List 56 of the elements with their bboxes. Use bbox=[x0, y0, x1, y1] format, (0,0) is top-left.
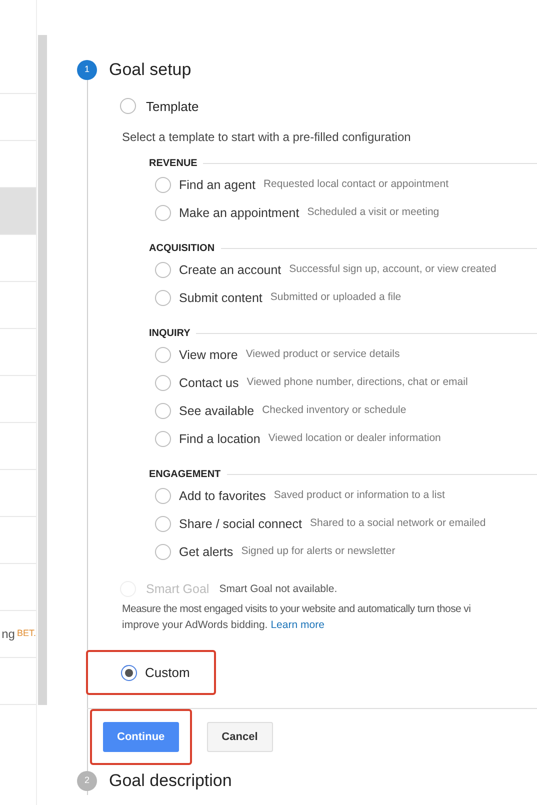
step-number: 2 bbox=[77, 771, 97, 791]
scrollbar[interactable] bbox=[38, 35, 47, 705]
option-hint: Viewed location or dealer information bbox=[268, 431, 441, 446]
radio-button[interactable] bbox=[155, 290, 171, 306]
option-label: Submit content bbox=[179, 290, 262, 307]
option-label: Get alerts bbox=[179, 544, 234, 561]
radio-button[interactable] bbox=[155, 347, 171, 363]
option-label: Custom bbox=[145, 664, 190, 682]
step-title: Goal setup bbox=[109, 59, 192, 81]
option-hint: Successful sign up, account, or view created bbox=[289, 262, 496, 278]
sidebar-item[interactable] bbox=[0, 187, 36, 234]
option-hint: Viewed phone number, directions, chat or email bbox=[246, 375, 468, 390]
option-label: Share / social connect bbox=[179, 516, 302, 533]
radio-button[interactable] bbox=[155, 205, 171, 221]
radio-button[interactable] bbox=[155, 375, 171, 391]
option-label: Template bbox=[146, 98, 199, 116]
option-hint: Submitted or uploaded a file bbox=[270, 290, 402, 306]
option-label: See available bbox=[179, 402, 254, 420]
radio-button[interactable] bbox=[155, 488, 171, 504]
group-heading: ENGAGEMENT bbox=[149, 468, 221, 482]
option-hint: Saved product or information to a list bbox=[274, 488, 445, 504]
radio-button[interactable] bbox=[155, 544, 171, 560]
option-hint: Viewed product or service details bbox=[246, 347, 400, 362]
option-hint: Signed up for alerts or newsletter bbox=[241, 544, 396, 560]
cancel-button[interactable]: Cancel bbox=[206, 722, 273, 752]
radio-button[interactable] bbox=[121, 664, 137, 681]
radio-button[interactable] bbox=[155, 431, 171, 447]
option-hint: Shared to a social network or emailed bbox=[310, 516, 486, 532]
step-number: 1 bbox=[77, 60, 97, 80]
option-label: Add to favorites bbox=[179, 488, 266, 505]
radio-button[interactable] bbox=[155, 177, 171, 193]
option-label: Create an account bbox=[179, 262, 282, 279]
option-label: Smart Goal bbox=[146, 581, 210, 598]
option-hint: Scheduled a visit or meeting bbox=[307, 205, 440, 220]
option-label: Make an appointment bbox=[179, 204, 300, 222]
step-title: Goal description bbox=[109, 770, 232, 792]
radio-button[interactable] bbox=[155, 403, 171, 419]
group-heading: ACQUISITION bbox=[149, 242, 215, 256]
radio-button[interactable] bbox=[155, 262, 171, 278]
option-note: Smart Goal not available. bbox=[219, 582, 338, 596]
custom-option[interactable]: Custom bbox=[86, 650, 216, 696]
smart-goal-description: Measure the most engaged visits to your website and automatically turn those vi bbox=[122, 602, 472, 617]
radio-button[interactable] bbox=[120, 98, 136, 114]
option-hint: Checked inventory or schedule bbox=[262, 403, 406, 418]
option-label: Find an agent bbox=[179, 176, 256, 194]
option-label: View more bbox=[179, 346, 238, 364]
radio-button[interactable] bbox=[155, 516, 171, 532]
option-hint: Requested local contact or appointment bbox=[263, 177, 448, 192]
option-label: Contact us bbox=[179, 374, 239, 392]
sidebar-item-label: ng bbox=[2, 626, 15, 643]
group-heading: INQUIRY bbox=[149, 327, 190, 341]
smart-goal-description: improve your AdWords bidding. bbox=[122, 618, 268, 632]
template-description: Select a template to start with a pre-filled configuration bbox=[122, 129, 412, 146]
beta-label: BET. bbox=[16, 627, 36, 640]
group-heading: REVENUE bbox=[149, 157, 198, 171]
option-label: Find a location bbox=[179, 430, 260, 448]
